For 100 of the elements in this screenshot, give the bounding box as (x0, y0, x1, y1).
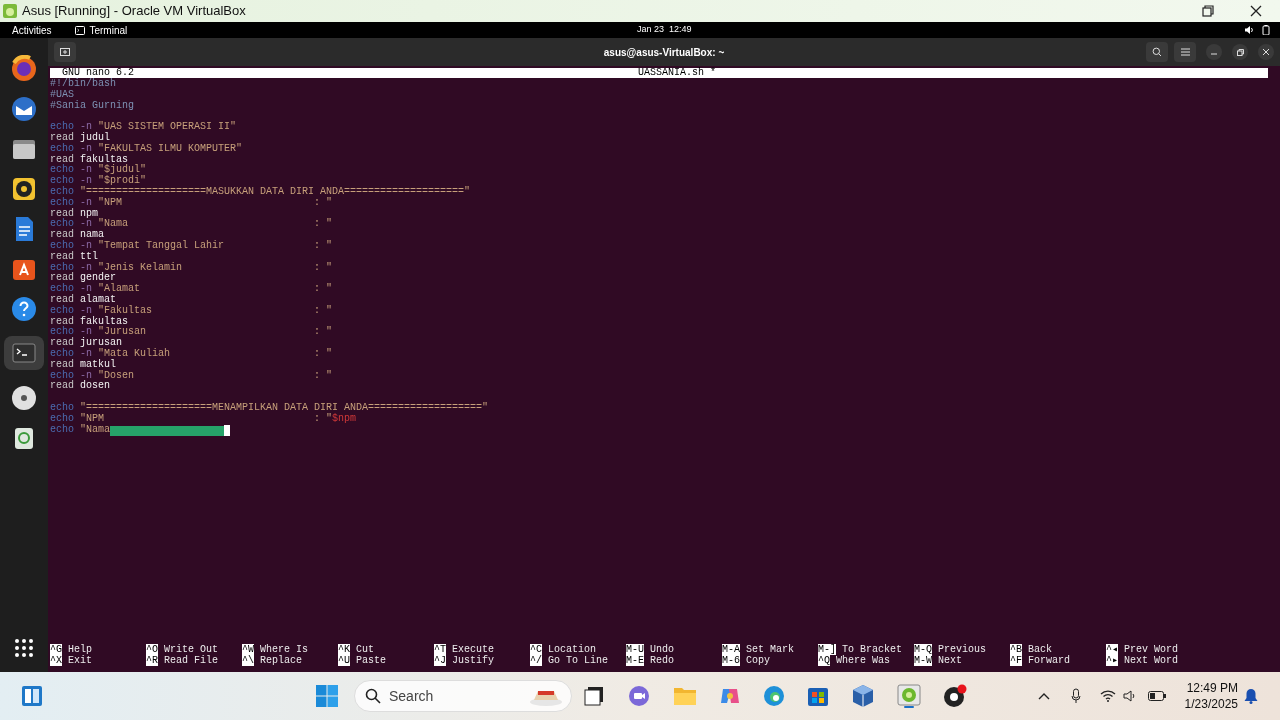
shortcut-key: M-E (626, 655, 644, 666)
chat-icon[interactable] (627, 685, 651, 707)
code-string: : " (314, 370, 333, 382)
shortcut-label: Next (938, 655, 963, 666)
clock[interactable]: Jan 23 12:49 (637, 23, 692, 37)
code-keyword: echo (50, 305, 74, 316)
app-menu[interactable]: Terminal (89, 22, 128, 38)
code-string: "NPM (80, 413, 106, 424)
code-argument: fakultas (80, 154, 129, 165)
code-string: "====================MASUKKAN DATA DIRI ANDA====================" (80, 186, 471, 197)
code-command: read (50, 230, 74, 241)
code-string: "Jenis Kelamin (98, 262, 184, 273)
terminal-icon (75, 25, 86, 35)
shortcut-label: Location (548, 644, 597, 655)
cube-icon[interactable] (851, 684, 875, 708)
code-string: "Nama (80, 424, 111, 436)
code-argument: jurusan (80, 338, 123, 349)
shortcut-label: Where Was (836, 655, 891, 666)
restore-icon[interactable] (1202, 5, 1214, 17)
browser-icon[interactable] (763, 685, 785, 707)
activities-button[interactable]: Activities (12, 22, 52, 38)
close-icon[interactable] (1250, 5, 1262, 17)
close-icon (1263, 49, 1269, 55)
code-string: : " (314, 305, 333, 317)
menu-button[interactable] (1174, 42, 1196, 62)
store-icon[interactable] (807, 685, 829, 707)
code-keyword: echo (50, 176, 74, 187)
volume-icon[interactable] (1244, 25, 1254, 35)
code-command: read (50, 316, 74, 327)
shortcut-label: Execute (452, 644, 495, 655)
code-string: "Dosen (98, 370, 136, 381)
shortcut-key: M-A (722, 644, 740, 655)
code-option: -n (80, 305, 93, 317)
battery-icon[interactable] (1262, 25, 1270, 35)
app-grid-icon[interactable] (14, 638, 34, 658)
restore-icon (1236, 48, 1244, 56)
clock-time[interactable]: 12:49 PM (1186, 680, 1238, 696)
maximize-button[interactable] (1232, 44, 1248, 60)
shortcut-key: ^C (530, 644, 542, 655)
wifi-icon[interactable] (1100, 690, 1116, 702)
shortcut-key: ^U (338, 655, 350, 666)
code-argument: fakultas (80, 316, 129, 327)
code-option: -n (80, 370, 93, 382)
code-string: "Fakultas (98, 305, 154, 316)
shortcut-label: Paste (356, 655, 387, 666)
code-option: -n (80, 143, 93, 155)
shortcut-key: ^▸ (1106, 655, 1119, 666)
code-argument: npm (80, 208, 99, 220)
code-string: "Jurusan (98, 327, 148, 338)
shortcut-label: Back (1028, 644, 1053, 655)
code-string: : " (314, 197, 333, 209)
battery-icon[interactable] (1148, 691, 1166, 701)
shortcut-label: Copy (746, 655, 771, 666)
code-comment: #Sania Gurning (50, 100, 134, 112)
code-option: -n (80, 176, 93, 187)
shortcut-key: ^J (434, 655, 446, 666)
microphone-icon[interactable] (1071, 688, 1081, 704)
clock-date[interactable]: 1/23/2025 (1184, 696, 1238, 712)
chevron-up-icon[interactable] (1038, 692, 1050, 700)
code-argument: dosen (80, 381, 111, 393)
search-icon (365, 688, 381, 704)
code-string: "NPM (98, 197, 124, 209)
shortcut-label: Prev Word (1124, 644, 1179, 655)
code-string: "Tempat Tanggal Lahir (98, 240, 226, 252)
code-argument: matkul (80, 359, 117, 370)
record-icon[interactable] (943, 684, 967, 708)
shortcut-label: Cut (356, 644, 375, 655)
shortcut-label: Help (68, 644, 93, 655)
shortcut-key: ^/ (530, 655, 542, 666)
shortcut-key: ^X (50, 655, 62, 666)
new-tab-button[interactable] (54, 42, 76, 62)
search-field[interactable]: Search (354, 680, 572, 712)
terminal-title: asus@asus-VirtualBox: ~ (603, 45, 725, 60)
code-option: -n (80, 262, 93, 274)
windows-start-icon[interactable] (316, 685, 338, 707)
code-variable: $npm (332, 413, 357, 425)
shortcut-label: Write Out (164, 644, 219, 655)
code-string: : " (314, 219, 333, 231)
code-string: : " (314, 262, 333, 274)
code-string: "Nama (98, 219, 130, 231)
shortcut-key: M-] (818, 644, 836, 655)
window-title: Asus [Running] - Oracle VM VirtualBox (22, 2, 246, 21)
task-view-icon[interactable] (583, 685, 605, 707)
shortcut-label: Exit (68, 655, 93, 666)
search-placeholder: Search (389, 686, 434, 706)
code-argument: ttl (80, 251, 99, 263)
code-string: "Alamat (98, 284, 142, 295)
shortcut-label: Justify (452, 655, 495, 666)
widgets-icon[interactable] (21, 685, 43, 707)
text-cursor (224, 424, 231, 436)
minimize-button[interactable] (1206, 44, 1222, 60)
code-option: -n (80, 348, 93, 360)
search-button[interactable] (1146, 42, 1168, 62)
shortcut-key: M-Q (914, 644, 932, 655)
bell-icon[interactable] (1244, 688, 1258, 704)
volume-icon[interactable] (1123, 690, 1137, 702)
code-keyword: echo (50, 327, 74, 338)
code-option: -n (80, 284, 93, 295)
close-button[interactable] (1258, 44, 1274, 60)
mail-icon (10, 94, 38, 123)
